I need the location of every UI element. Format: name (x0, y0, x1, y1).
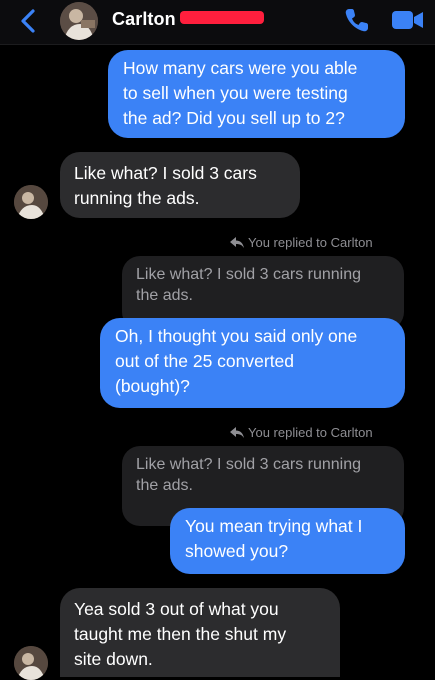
conversation-header: Carlton (0, 0, 435, 45)
avatar[interactable] (14, 185, 48, 219)
reply-context-label: You replied to Carlton (230, 425, 373, 440)
reply-arrow-icon (230, 427, 244, 438)
incoming-message-bubble[interactable]: Like what? I sold 3 cars running the ads… (60, 152, 300, 218)
reply-context-text: You replied to Carlton (248, 425, 373, 440)
contact-name[interactable]: Carlton (112, 9, 176, 30)
incoming-message-bubble[interactable]: Yea sold 3 out of what you taught me the… (60, 588, 340, 677)
outgoing-message-bubble[interactable]: Oh, I thought you said only one out of t… (100, 318, 405, 408)
outgoing-message-bubble[interactable]: How many cars were you able to sell when… (108, 50, 405, 138)
reply-context-text: You replied to Carlton (248, 235, 373, 250)
reply-context-label: You replied to Carlton (230, 235, 373, 250)
outgoing-message-bubble[interactable]: You mean trying what I showed you? (170, 508, 405, 574)
phone-icon[interactable] (342, 5, 372, 35)
reply-arrow-icon (230, 237, 244, 248)
avatar[interactable] (60, 2, 98, 40)
avatar[interactable] (14, 646, 48, 680)
video-camera-icon[interactable] (390, 7, 426, 33)
name-redaction-bar (180, 11, 264, 24)
chevron-left-icon[interactable] (14, 6, 44, 36)
